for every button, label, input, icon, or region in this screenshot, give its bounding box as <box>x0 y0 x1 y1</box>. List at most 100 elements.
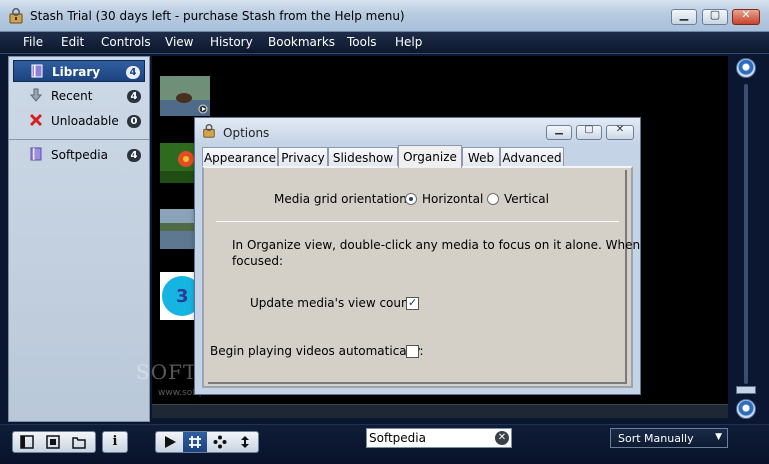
item-count-badge: 4 <box>126 66 140 79</box>
focus-help-text-cont: focused: <box>232 254 284 268</box>
preview-panel-icon <box>46 435 60 449</box>
autoplay-label: Begin playing videos automatically: <box>210 344 424 358</box>
organize-tab-panel: Media grid orientation: Horizontal Verti… <box>202 166 640 388</box>
focus-help-text: In Organize view, double-click any media… <box>232 238 641 252</box>
close-button[interactable]: ✕ <box>732 8 760 25</box>
section-divider <box>216 221 619 222</box>
horizontal-radio[interactable] <box>405 193 417 205</box>
organize-view-button[interactable] <box>208 432 232 452</box>
toggle-preview-button[interactable] <box>41 432 65 452</box>
dialog-close-button[interactable]: ✕ <box>606 124 634 140</box>
search-box: ✕ <box>366 428 512 448</box>
sidebar-item-label: Library <box>52 65 101 79</box>
view-mode-group <box>155 431 259 453</box>
book-icon <box>30 147 42 161</box>
tab-label: Web <box>467 151 495 165</box>
tab-label: Organize <box>403 150 457 164</box>
zoom-slider[interactable] <box>734 56 760 422</box>
organize-settings: Media grid orientation: Horizontal Verti… <box>208 170 640 384</box>
zoom-out-icon[interactable] <box>736 399 756 419</box>
minimize-button[interactable]: ▁ <box>671 8 697 25</box>
menu-view[interactable]: View <box>165 35 193 49</box>
dialog-minimize-button[interactable]: ▁ <box>546 124 572 140</box>
checkmark-icon: ✓ <box>408 296 418 309</box>
organize-icon <box>213 435 227 449</box>
sidebar-item-unloadable[interactable]: Unloadable 0 <box>13 110 145 132</box>
tab-organize[interactable]: Organize <box>398 145 462 168</box>
dialog-title: Options <box>223 126 270 140</box>
maximize-icon: ▢ <box>584 124 594 135</box>
open-folder-button[interactable] <box>67 432 91 452</box>
menu-file[interactable]: File <box>23 35 43 49</box>
view-count-checkbox[interactable]: ✓ <box>406 296 419 310</box>
menu-edit[interactable]: Edit <box>61 35 84 49</box>
horizontal-scrollbar[interactable] <box>152 404 728 418</box>
sort-order-button[interactable] <box>233 432 257 452</box>
down-arrow-icon <box>29 88 43 102</box>
sidebar-divider <box>9 139 149 140</box>
dialog-title-bar: Options ▁ ▢ ✕ <box>195 118 640 144</box>
sidebar-item-label: Recent <box>51 89 93 103</box>
view-count-label: Update media's view count: <box>250 296 418 310</box>
tab-slideshow[interactable]: Slideshow <box>328 147 398 167</box>
autoplay-checkbox[interactable] <box>406 345 419 358</box>
stash-app-icon <box>203 124 215 138</box>
horizontal-label[interactable]: Horizontal <box>422 192 483 206</box>
maximize-button[interactable]: ▢ <box>702 8 728 25</box>
menu-history[interactable]: History <box>210 35 253 49</box>
play-slideshow-button[interactable] <box>158 432 182 452</box>
info-button[interactable]: i <box>102 431 128 453</box>
tab-label: Privacy <box>281 151 325 165</box>
sort-dropdown-value: Sort Manually <box>618 432 694 445</box>
red-x-icon <box>29 113 43 127</box>
tab-advanced[interactable]: Advanced <box>500 147 564 167</box>
sidebar-item-label: Softpedia <box>51 148 108 162</box>
svg-text:3: 3 <box>176 286 189 307</box>
view-toggle-group <box>12 431 96 453</box>
vertical-radio[interactable] <box>487 193 499 205</box>
menu-bookmarks[interactable]: Bookmarks <box>268 35 335 49</box>
sidebar-item-library[interactable]: Library 4 <box>13 60 145 82</box>
menu-bar: File Edit Controls View History Bookmark… <box>0 32 769 54</box>
sidebar-item-softpedia[interactable]: Softpedia 4 <box>13 144 145 166</box>
sidebar-item-recent[interactable]: Recent 4 <box>13 85 145 107</box>
menu-help[interactable]: Help <box>395 35 422 49</box>
item-count-badge: 4 <box>127 149 141 162</box>
play-icon <box>165 436 176 448</box>
orientation-label: Media grid orientation: <box>274 192 411 206</box>
info-icon: i <box>112 434 118 449</box>
library-icon <box>31 64 43 78</box>
dialog-maximize-button[interactable]: ▢ <box>576 124 602 140</box>
thumbnail-bear-video[interactable] <box>160 76 210 116</box>
grid-view-button[interactable] <box>183 432 207 452</box>
window-title: Stash Trial (30 days left - purchase Sta… <box>30 9 405 23</box>
close-icon: ✕ <box>741 8 751 21</box>
close-icon: ✕ <box>615 124 625 135</box>
tab-appearance[interactable]: Appearance <box>202 147 278 167</box>
toggle-sidebar-button[interactable] <box>15 432 39 452</box>
maximize-icon: ▢ <box>709 8 721 21</box>
folder-icon <box>72 437 86 449</box>
tab-privacy[interactable]: Privacy <box>278 147 328 167</box>
menu-tools[interactable]: Tools <box>347 35 377 49</box>
vertical-label[interactable]: Vertical <box>504 192 549 206</box>
tab-label: Appearance <box>203 151 277 165</box>
search-input[interactable] <box>369 430 489 446</box>
sort-dropdown[interactable]: Sort Manually ▼ <box>610 428 728 448</box>
minimize-icon: ▁ <box>555 124 563 135</box>
clear-search-icon[interactable]: ✕ <box>495 431 509 445</box>
zoom-slider-handle[interactable] <box>736 386 756 394</box>
tab-label: Advanced <box>502 151 562 165</box>
sidebar: Library 4 Recent 4 Unloadable 0 Softpedi… <box>8 56 150 422</box>
stash-app-icon <box>9 8 23 24</box>
tab-label: Slideshow <box>332 151 394 165</box>
up-down-arrows-icon <box>241 436 249 448</box>
sidebar-panel-icon <box>20 435 34 449</box>
tab-web[interactable]: Web <box>462 147 500 167</box>
zoom-slider-track[interactable] <box>744 84 748 384</box>
item-count-badge: 0 <box>127 115 141 128</box>
zoom-in-icon[interactable] <box>736 58 756 78</box>
item-count-badge: 4 <box>127 90 141 103</box>
menu-controls[interactable]: Controls <box>101 35 151 49</box>
options-dialog: Options ▁ ▢ ✕ Appearance Privacy Slidesh… <box>194 117 641 395</box>
